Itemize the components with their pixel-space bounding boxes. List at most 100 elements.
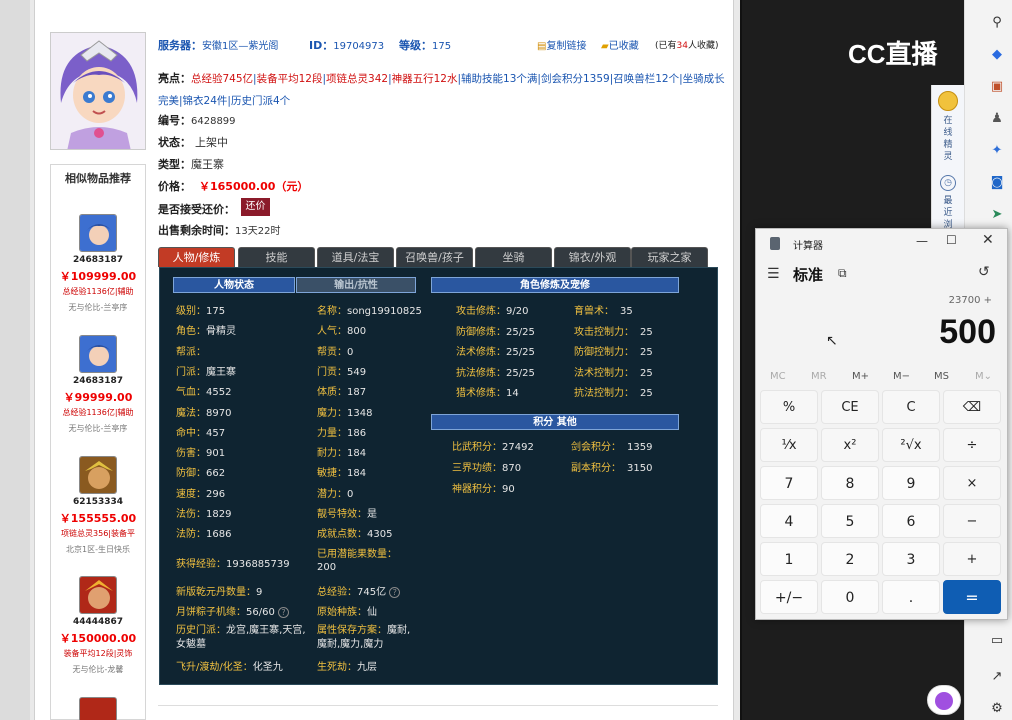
stat-label: 神器积分： — [452, 484, 502, 495]
memory-recall[interactable]: MR — [811, 371, 827, 382]
favorite-button[interactable]: ▰已收藏 — [601, 37, 639, 52]
tab-items[interactable]: 道具/法宝 — [317, 247, 394, 267]
digit-8-button[interactable]: 8 — [821, 466, 879, 500]
calculator-title: 计算器 — [793, 241, 823, 252]
total-exp-label: 总经验： — [317, 587, 357, 598]
menu-icon[interactable]: ☰ — [767, 266, 780, 282]
ascend-label: 飞升/渡劫/化圣： — [176, 662, 253, 673]
stat-label: 级别： — [176, 306, 206, 317]
id-label: ID： — [309, 39, 334, 52]
equals-button[interactable]: = — [943, 580, 1001, 614]
reciprocal-button[interactable]: ¹⁄x — [760, 428, 818, 462]
item-price[interactable]: ￥109999.00 — [50, 268, 146, 284]
minimize-button[interactable]: — — [916, 234, 928, 248]
keep-on-top-icon[interactable]: ⧉ — [838, 266, 847, 281]
price-label: 价格： — [158, 180, 191, 193]
digit-1-button[interactable]: 1 — [760, 542, 818, 576]
stat-row: 法术控制力： 25 — [574, 364, 653, 379]
sqrt-button[interactable]: ²√x — [882, 428, 940, 462]
decimal-button[interactable]: . — [882, 580, 940, 614]
search-icon[interactable]: ⚲ — [988, 14, 1006, 32]
digit-6-button[interactable]: 6 — [882, 504, 940, 538]
percent-button[interactable]: % — [760, 390, 818, 424]
stat-label: 帮派： — [176, 346, 206, 358]
zongzi-value: 56/60 — [246, 607, 275, 618]
item-price[interactable]: ￥155555.00 — [50, 510, 146, 526]
similar-item-5-partial[interactable] — [79, 697, 117, 720]
clear-button[interactable]: C — [882, 390, 940, 424]
tab-character[interactable]: 人物/修炼 — [158, 247, 235, 267]
tab-pets[interactable]: 召唤兽/孩子 — [396, 247, 473, 267]
backspace-button[interactable]: ⌫ — [943, 390, 1001, 424]
subtract-button[interactable]: − — [943, 504, 1001, 538]
stat-value: 8970 — [206, 407, 232, 419]
help-icon[interactable]: ? — [389, 587, 401, 598]
memory-store[interactable]: MS — [934, 371, 949, 382]
item-price[interactable]: ￥150000.00 — [50, 630, 146, 646]
digit-5-button[interactable]: 5 — [821, 504, 879, 538]
clear-entry-button[interactable]: CE — [821, 390, 879, 424]
stat-row: 魔力：1348 — [317, 404, 372, 419]
memory-list[interactable]: M⌄ — [975, 371, 992, 382]
similar-item-2[interactable]: 24683187 ￥99999.00 总经验1136亿|辅助 无与伦比-兰亭序 — [50, 335, 146, 434]
maximize-button[interactable]: ☐ — [946, 233, 957, 247]
stat-value: 14 — [506, 388, 519, 399]
clock-icon[interactable]: ◷ — [940, 175, 956, 191]
memory-clear[interactable]: MC — [770, 371, 786, 382]
settings-icon[interactable]: ⚙ — [988, 700, 1006, 718]
screen-icon[interactable]: ▭ — [988, 632, 1006, 650]
memory-subtract[interactable]: M− — [893, 371, 910, 382]
copy-link-button[interactable]: ▤复制链接 — [537, 37, 586, 52]
toolbox-icon[interactable]: ▣ — [988, 78, 1006, 96]
history-icon[interactable]: ↺ — [978, 264, 990, 280]
digit-3-button[interactable]: 3 — [882, 542, 940, 576]
tab-skills[interactable]: 技能 — [238, 247, 315, 267]
digit-7-button[interactable]: 7 — [760, 466, 818, 500]
memory-add[interactable]: M+ — [852, 371, 869, 382]
tab-player-home[interactable]: 玩家之家 — [631, 247, 708, 267]
ascend-value: 化圣九 — [252, 662, 283, 673]
assistant-bubble[interactable] — [927, 685, 961, 715]
calculator-app-icon — [770, 237, 780, 250]
qianyuan-label: 新版乾元丹数量： — [176, 587, 256, 598]
stat-value: 457 — [206, 427, 226, 439]
external-link-icon[interactable]: ↗ — [988, 668, 1006, 686]
similar-item-4[interactable]: 44444867 ￥150000.00 装备平均12段|灵饰 无与伦比-龙馨 — [50, 576, 146, 675]
tag-icon[interactable]: ◆ — [988, 46, 1006, 64]
digit-4-button[interactable]: 4 — [760, 504, 818, 538]
help-icon[interactable]: ? — [278, 607, 290, 618]
stat-label: 剑会积分： — [571, 442, 621, 453]
stat-value: 296 — [206, 488, 226, 500]
status-row: 状态： 上架中 — [158, 134, 228, 150]
cc-live-logo: CC直播 — [848, 39, 938, 69]
stat-label: 抗法控制力： — [574, 388, 634, 399]
online-sprite-icon[interactable] — [938, 91, 958, 111]
bargain-button[interactable]: 还价 — [241, 198, 270, 216]
copilot-icon[interactable]: ✦ — [988, 142, 1006, 160]
send-icon[interactable]: ➤ — [988, 206, 1006, 224]
stat-value: 27492 — [502, 442, 534, 453]
outlook-icon[interactable]: ◙ — [988, 174, 1006, 192]
multiply-button[interactable]: × — [943, 466, 1001, 500]
person-icon[interactable]: ♟ — [988, 110, 1006, 128]
output-header[interactable]: 输出/抗性 — [296, 277, 416, 293]
item-price[interactable]: ￥99999.00 — [50, 389, 146, 405]
square-button[interactable]: x² — [821, 428, 879, 462]
close-button[interactable]: ✕ — [982, 232, 994, 248]
tab-appearance[interactable]: 锦衣/外观 — [554, 247, 631, 267]
digit-2-button[interactable]: 2 — [821, 542, 879, 576]
negate-button[interactable]: +/− — [760, 580, 818, 614]
stat-label: 力量： — [317, 427, 347, 439]
digit-0-button[interactable]: 0 — [821, 580, 879, 614]
stat-row: 防御控制力： 25 — [574, 343, 653, 358]
similar-item-1[interactable]: 24683187 ￥109999.00 总经验1136亿|辅助 无与伦比-兰亭序 — [50, 214, 146, 313]
stat-value: 1348 — [347, 407, 373, 419]
online-sprite-label[interactable]: 在线精灵 — [940, 115, 956, 163]
tab-mounts[interactable]: 坐骑 — [475, 247, 552, 267]
divide-button[interactable]: ÷ — [943, 428, 1001, 462]
stat-label: 人气： — [317, 326, 347, 338]
level-value: 175 — [432, 41, 452, 52]
similar-item-3[interactable]: 62153334 ￥155555.00 项链总灵356|装备平 北京1区-生日快… — [50, 456, 146, 555]
add-button[interactable]: + — [943, 542, 1001, 576]
digit-9-button[interactable]: 9 — [882, 466, 940, 500]
